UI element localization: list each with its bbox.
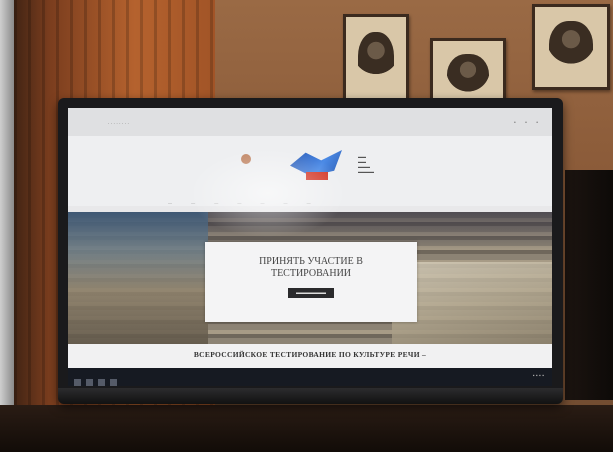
system-tray[interactable]: ▪ ▪ ▪ ▪	[533, 373, 544, 379]
logo-text-block: ▬▬ ▬▬ ▬▬▬ ▬▬▬▬	[358, 154, 374, 174]
participate-button[interactable]: ▬▬▬▬▬▬	[288, 288, 334, 298]
hero-card: ПРИНЯТЬ УЧАСТИЕ В ТЕСТИРОВАНИИ ▬▬▬▬▬▬	[205, 242, 417, 322]
portrait-frame	[532, 4, 610, 90]
frame-edge	[0, 0, 14, 452]
taskbar-icons[interactable]	[74, 373, 122, 386]
url-bar[interactable]: . . . . . . . .	[108, 120, 129, 126]
bottom-banner: ВСЕРОССИЙСКОЕ ТЕСТИРОВАНИЕ ПО КУЛЬТУРЕ Р…	[68, 344, 552, 368]
taskbar: ▪ ▪ ▪ ▪	[68, 368, 552, 386]
start-icon[interactable]	[74, 379, 81, 386]
window-controls[interactable]: • • •	[514, 120, 542, 126]
social-icons[interactable]	[438, 204, 460, 217]
screen-glare	[188, 148, 348, 238]
dark-cabinet	[565, 170, 613, 400]
floor	[0, 405, 613, 452]
monitor-bezel	[58, 388, 563, 404]
app-icon[interactable]	[86, 379, 93, 386]
hero-books-image	[68, 212, 208, 344]
portrait-frame	[343, 14, 409, 102]
monitor-screen: . . . . . . . . • • • ▬▬▬▬▬▬▬▬▬▬▬ — — — …	[68, 108, 552, 386]
hero-title-line2: ТЕСТИРОВАНИИ	[270, 268, 352, 279]
browser-bar: . . . . . . . . • • •	[68, 108, 552, 136]
app-icon[interactable]	[98, 379, 105, 386]
app-icon[interactable]	[110, 379, 117, 386]
hero-title: ПРИНЯТЬ УЧАСТИЕ В ТЕСТИРОВАНИИ	[205, 256, 417, 280]
hero-title-line1: ПРИНЯТЬ УЧАСТИЕ В	[259, 256, 363, 267]
banner-title: ВСЕРОССИЙСКОЕ ТЕСТИРОВАНИЕ ПО КУЛЬТУРЕ Р…	[193, 350, 427, 359]
